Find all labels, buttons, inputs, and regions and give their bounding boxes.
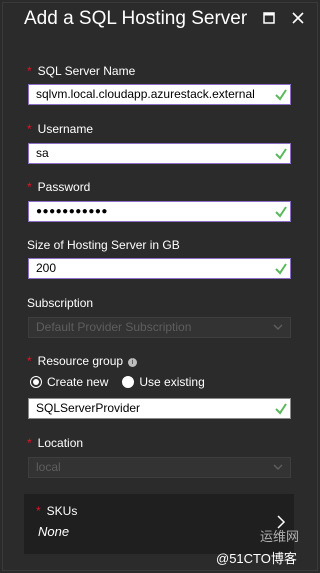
- resource-group-input[interactable]: SQLServerProvider: [28, 398, 291, 419]
- check-icon: [275, 403, 287, 415]
- watermark-top-text: 运维网: [260, 529, 300, 544]
- skus-value: None: [38, 524, 70, 539]
- required-marker: *: [27, 436, 32, 450]
- use-existing-label[interactable]: Use existing: [139, 375, 204, 389]
- create-new-label[interactable]: Create new: [47, 375, 108, 389]
- size-label: Size of Hosting Server in GB: [27, 238, 180, 252]
- info-icon[interactable]: i: [128, 358, 138, 367]
- username-label: * Username: [27, 122, 94, 136]
- subscription-select: Default Provider Subscription: [28, 317, 291, 338]
- check-icon: [275, 206, 287, 218]
- location-select: local: [28, 457, 291, 478]
- location-label: * Location: [27, 436, 84, 450]
- skus-label: * SKUs: [36, 504, 78, 518]
- server-name-label: * SQL Server Name: [27, 64, 136, 78]
- size-input[interactable]: 200: [28, 258, 291, 279]
- password-input[interactable]: ●●●●●●●●●●●: [28, 201, 291, 222]
- required-marker: *: [27, 180, 32, 194]
- check-icon: [275, 148, 287, 160]
- check-icon: [275, 263, 287, 275]
- watermark-bottom-text: @51CTO博客: [216, 551, 297, 566]
- resource-group-options: Create new Use existing: [30, 375, 205, 389]
- required-marker: *: [27, 354, 32, 368]
- required-marker: *: [27, 122, 32, 136]
- maximize-icon[interactable]: [261, 10, 277, 26]
- use-existing-radio[interactable]: [122, 376, 135, 388]
- password-label: * Password: [27, 180, 91, 194]
- create-new-radio[interactable]: [30, 376, 42, 388]
- username-input[interactable]: sa: [28, 143, 291, 164]
- required-marker: *: [36, 504, 41, 518]
- check-icon: [275, 89, 287, 101]
- watermark: 运维网 @51CTO博客: [210, 526, 316, 570]
- close-icon[interactable]: [290, 10, 306, 26]
- subscription-label: Subscription: [27, 296, 94, 310]
- required-marker: *: [27, 64, 32, 78]
- chevron-down-icon: [273, 464, 283, 470]
- chevron-down-icon: [273, 324, 283, 330]
- resource-group-label: * Resource group i: [27, 354, 138, 368]
- blade-title: Add a SQL Hosting Server: [24, 8, 248, 29]
- server-name-input[interactable]: sqlvm.local.cloudapp.azurestack.external: [28, 84, 291, 105]
